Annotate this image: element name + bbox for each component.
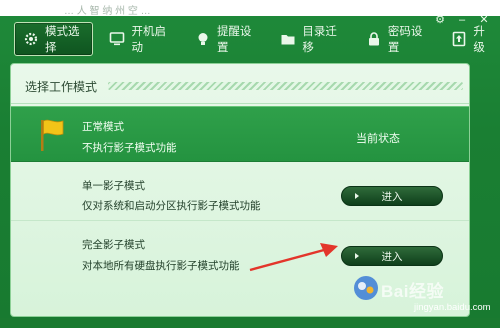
main-toolbar: 模式选择 开机启动 提醒设置 目录迁移 密码设置 升级	[14, 22, 500, 56]
button-label: 进入	[381, 190, 403, 203]
watermark-brand: Bai经验	[381, 282, 444, 301]
baidu-paw-icon	[354, 276, 378, 300]
enter-single-shadow-button[interactable]: 进入	[341, 186, 443, 206]
play-icon	[355, 253, 359, 259]
button-label: 进入	[381, 250, 403, 263]
mode-desc: 仅对系统和启动分区执行影子模式功能	[82, 200, 261, 212]
current-status-label: 当前状态	[356, 133, 400, 145]
outer-browser-strip: … 人 智 纳 州 空 …	[0, 0, 500, 17]
watermark-url: jingyan.baidu.com	[414, 302, 491, 313]
mode-name: 正常模式	[82, 121, 124, 133]
folder-icon	[280, 31, 296, 47]
mode-row-normal: 正常模式 不执行影子模式功能 当前状态	[11, 106, 469, 162]
app-window: … 人 智 纳 州 空 … ⚙ – ✕ 模式选择 开机启动 提醒设置 目录迁移 …	[0, 0, 500, 328]
tab-label: 模式选择	[45, 26, 80, 54]
tab-label: 升级	[473, 26, 485, 54]
mode-name: 单一影子模式	[82, 180, 145, 192]
flag-icon	[41, 119, 64, 151]
tab-label: 开机启动	[131, 26, 166, 54]
panel-header: 选择工作模式	[11, 64, 469, 104]
mode-row-full-shadow: 完全影子模式 对本地所有硬盘执行影子模式功能 进入	[11, 224, 469, 284]
upgrade-icon	[451, 31, 467, 47]
tab-reminder[interactable]: 提醒设置	[187, 22, 264, 56]
mode-desc: 不执行影子模式功能	[82, 142, 177, 154]
tab-label: 提醒设置	[216, 26, 252, 54]
tab-mode-select[interactable]: 模式选择	[14, 22, 94, 56]
tab-startup[interactable]: 开机启动	[101, 22, 178, 56]
tab-label: 目录迁移	[302, 26, 337, 54]
panel-title: 选择工作模式	[25, 80, 98, 94]
mode-row-single-shadow: 单一影子模式 仅对系统和启动分区执行影子模式功能 进入	[11, 169, 469, 221]
bulb-icon	[195, 31, 211, 47]
tab-directory-migration[interactable]: 目录迁移	[272, 22, 349, 56]
lock-icon	[366, 31, 382, 47]
enter-full-shadow-button[interactable]: 进入	[341, 246, 443, 266]
monitor-icon	[109, 31, 125, 47]
red-arrow-annotation	[249, 243, 338, 272]
bottom-strip	[0, 318, 500, 328]
tab-password[interactable]: 密码设置	[358, 22, 435, 56]
tab-upgrade[interactable]: 升级	[443, 22, 500, 56]
tab-label: 密码设置	[387, 26, 423, 54]
gear-icon	[23, 31, 39, 47]
outer-caption: … 人 智 纳 州 空 …	[64, 6, 151, 17]
mode-name: 完全影子模式	[82, 239, 145, 251]
mode-desc: 对本地所有硬盘执行影子模式功能	[82, 260, 240, 272]
play-icon	[355, 193, 359, 199]
header-divider-stripe	[108, 82, 463, 90]
